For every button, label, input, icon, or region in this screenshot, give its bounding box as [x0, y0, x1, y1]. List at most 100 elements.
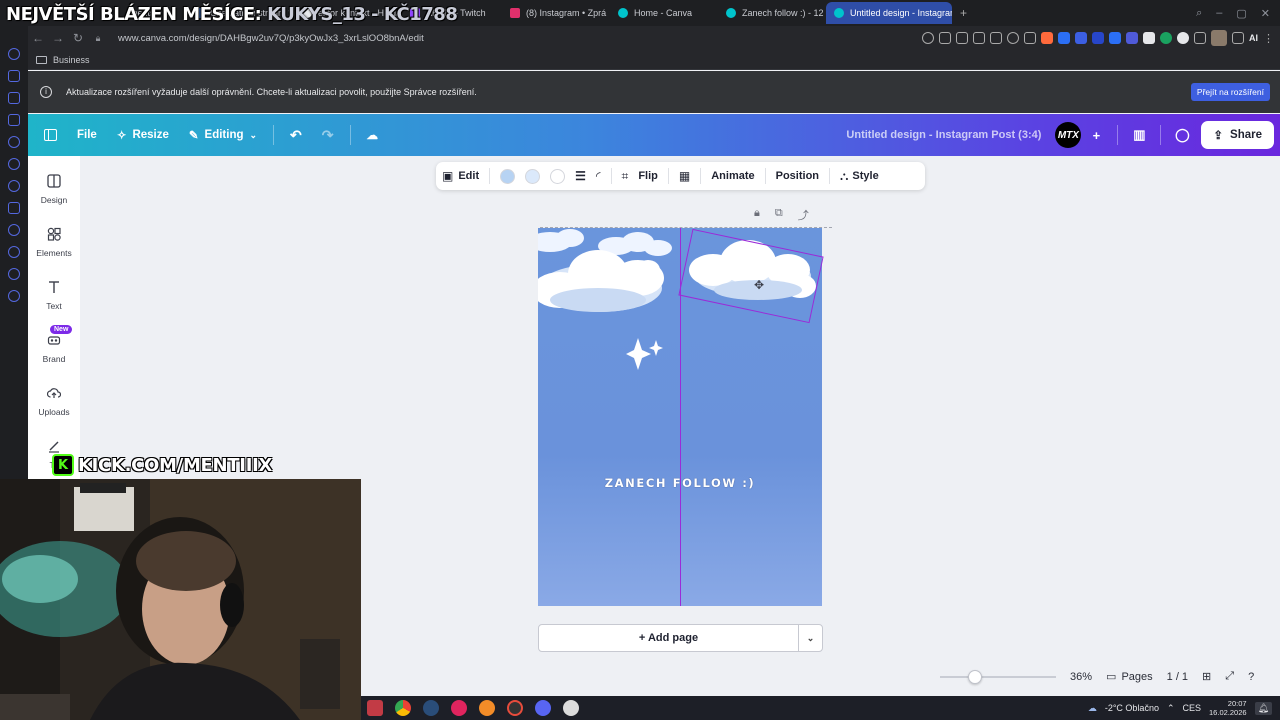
edit-image-button[interactable]: ▣ Edit — [442, 169, 479, 183]
ai-button[interactable]: AI — [1249, 33, 1258, 43]
steam-icon[interactable] — [423, 700, 439, 716]
sidebar-icon-1[interactable] — [8, 48, 20, 60]
app-icon-1[interactable] — [367, 700, 383, 716]
tab-instagram[interactable]: (8) Instagram • Zprá — [502, 2, 610, 24]
move-handle-icon[interactable]: ✥ — [754, 278, 764, 292]
corner-rounding-icon[interactable]: ◜ — [596, 169, 601, 183]
lock-icon[interactable]: 🔒︎ — [88, 33, 108, 44]
settings-icon[interactable] — [8, 290, 20, 302]
go-to-extensions-button[interactable]: Přejít na rozšíření — [1190, 83, 1270, 101]
add-page-options[interactable]: ⌄ — [798, 625, 822, 651]
zoom-slider-knob[interactable] — [968, 669, 982, 684]
add-page-icon[interactable]: ⤴ — [798, 207, 809, 223]
discord-icon[interactable] — [535, 700, 551, 716]
bookmark-business[interactable]: Business — [53, 55, 90, 65]
border-style-icon[interactable]: ☰ — [575, 169, 586, 183]
notifications-icon[interactable]: 🔔︎ — [1254, 701, 1272, 715]
tab-canva-home[interactable]: Home - Canva — [610, 2, 718, 24]
chrome-icon[interactable] — [395, 700, 411, 716]
file-menu-button[interactable]: File — [67, 120, 107, 150]
sidebar-icon-10[interactable] — [8, 246, 20, 258]
send-icon[interactable] — [990, 32, 1002, 44]
transparency-icon[interactable]: ▦ — [679, 169, 690, 183]
x-icon[interactable] — [8, 202, 20, 214]
rail-item-uploads[interactable]: Uploads — [28, 386, 80, 417]
undo-button[interactable]: ↶ — [280, 120, 312, 150]
color-swatch-2[interactable] — [525, 168, 541, 184]
tab-untitled-design[interactable]: Untitled design - Instagram — [826, 2, 952, 24]
clock[interactable]: 20:07 16.02.2026 — [1209, 699, 1247, 717]
profile-avatar[interactable] — [1211, 30, 1227, 46]
design-title[interactable]: Untitled design - Instagram Post (3:4) — [846, 129, 1041, 141]
sidebar-icon-2[interactable] — [8, 70, 20, 82]
flip-button[interactable]: Flip — [638, 170, 658, 182]
sidebar-icon-11[interactable] — [8, 268, 20, 280]
rail-item-elements[interactable]: Elements — [28, 227, 80, 258]
extension-icon[interactable] — [1092, 32, 1104, 44]
weather-text[interactable]: -2°C Oblačno — [1105, 703, 1159, 713]
duplicate-icon[interactable]: ⧉ — [775, 207, 783, 223]
style-button[interactable]: ⛬ Style — [840, 169, 879, 184]
add-page-button[interactable]: + Add page — [539, 632, 798, 644]
url-field[interactable]: www.canva.com/design/DAHBgw2uv7Q/p3kyOwJ… — [118, 33, 424, 44]
cloud-save-button[interactable]: ☁ — [357, 120, 389, 150]
maximize-icon[interactable]: ▢ — [1236, 7, 1246, 20]
sidebar-icon-4[interactable] — [8, 114, 20, 126]
extension-icon[interactable] — [1058, 32, 1070, 44]
extension-icon[interactable] — [1109, 32, 1121, 44]
shield-icon[interactable] — [973, 32, 985, 44]
new-tab-button[interactable]: + — [952, 2, 970, 24]
menu-icon[interactable]: ⋮ — [1263, 32, 1274, 45]
obs-icon[interactable] — [479, 700, 495, 716]
minimize-icon[interactable]: – — [1216, 7, 1222, 20]
pages-button[interactable]: ▭ Pages — [1106, 670, 1153, 684]
extension-icon[interactable] — [1177, 32, 1189, 44]
sidebar-icon-7[interactable] — [8, 180, 20, 192]
sidebar-icon-9[interactable] — [8, 224, 20, 236]
screenshot-icon[interactable] — [956, 32, 968, 44]
wallet-icon[interactable] — [1024, 32, 1036, 44]
heart-icon[interactable] — [1007, 32, 1019, 44]
zoom-percent[interactable]: 36% — [1070, 671, 1092, 683]
download-icon[interactable] — [1232, 32, 1244, 44]
animate-button[interactable]: Animate — [711, 170, 754, 182]
sidebar-icon-3[interactable] — [8, 92, 20, 104]
color-swatch-1[interactable] — [500, 168, 516, 184]
sidebar-icon-6[interactable] — [8, 158, 20, 170]
resize-button[interactable]: ✧ Resize — [107, 120, 179, 150]
follow-text[interactable]: ZANECH FOLLOW :) — [538, 476, 822, 490]
tab-zanech-follow[interactable]: Zanech follow :) - 12 — [718, 2, 826, 24]
share-button[interactable]: ⇪ Share — [1201, 121, 1274, 149]
insights-button[interactable]: ▥ — [1124, 120, 1154, 150]
help-icon[interactable]: ? — [1248, 671, 1254, 683]
rail-item-text[interactable]: Text — [28, 280, 80, 311]
extension-icon[interactable] — [1041, 32, 1053, 44]
grid-view-icon[interactable]: ⊞ — [1202, 670, 1211, 683]
rail-item-brand[interactable]: New Brand — [28, 325, 80, 364]
search-tabs-icon[interactable]: ⌕ — [1196, 7, 1202, 20]
avatar[interactable]: MTX — [1055, 122, 1082, 148]
redo-button[interactable]: ↷ — [312, 120, 344, 150]
lock-icon[interactable]: 🔒︎ — [754, 207, 760, 223]
reload-icon[interactable]: ↻ — [68, 31, 88, 45]
rail-item-design[interactable]: Design — [28, 174, 80, 205]
add-collaborator-button[interactable]: + — [1081, 120, 1111, 150]
app-icon-8[interactable] — [563, 700, 579, 716]
app-icon-6[interactable] — [507, 700, 523, 716]
color-swatch-3[interactable] — [550, 168, 566, 184]
zoom-icon[interactable] — [922, 32, 934, 44]
crop-icon[interactable]: ⌗ — [622, 169, 629, 184]
back-icon[interactable]: ← — [28, 31, 48, 45]
grammarly-icon[interactable] — [1160, 32, 1172, 44]
zoom-slider[interactable] — [940, 669, 1056, 684]
forward-icon[interactable]: → — [48, 31, 68, 45]
tray-chevron-icon[interactable]: ⌃ — [1167, 703, 1175, 714]
extension-icon[interactable] — [1075, 32, 1087, 44]
extensions-puzzle-icon[interactable] — [1194, 32, 1206, 44]
bookmark-icon[interactable] — [939, 32, 951, 44]
position-button[interactable]: Position — [776, 170, 819, 182]
language-indicator[interactable]: CES — [1183, 703, 1202, 713]
close-icon[interactable]: ✕ — [1261, 7, 1270, 20]
comments-button[interactable]: ◯ — [1167, 120, 1197, 150]
toggle-side-panel-button[interactable] — [34, 120, 67, 150]
